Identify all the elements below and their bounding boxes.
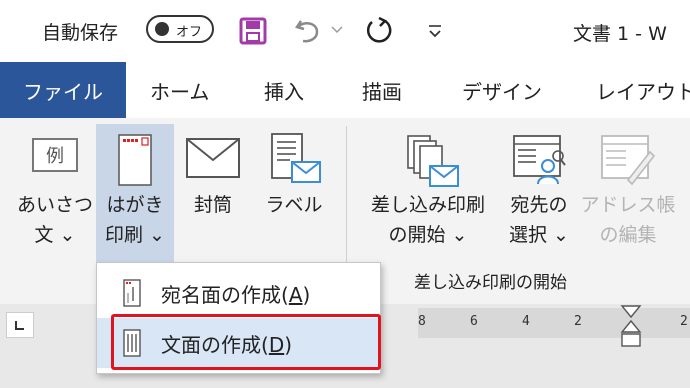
greeting-button[interactable]: 例 あいさつ 文 ⌄	[14, 128, 96, 264]
autosave-toggle[interactable]: オフ	[146, 15, 214, 43]
recipients-label-1: 宛先の	[510, 194, 568, 216]
recipients-label-2: 選択 ⌄	[509, 224, 569, 246]
tab-file[interactable]: ファイル	[0, 62, 126, 118]
labels-icon	[268, 132, 324, 188]
labels-button[interactable]: ラベル	[256, 128, 332, 264]
tab-selector[interactable]	[6, 312, 34, 338]
greeting-label-2: 文 ⌄	[34, 224, 76, 246]
start-mail-merge-button[interactable]: 差し込み印刷 の開始 ⌄	[354, 128, 502, 264]
tab-design[interactable]: デザイン	[462, 62, 542, 118]
ruler-number: 4	[522, 314, 530, 329]
envelope-button[interactable]: 封筒	[178, 128, 248, 264]
tab-layout[interactable]: レイアウト	[596, 62, 690, 118]
mail-merge-icon	[404, 132, 462, 190]
group-label-start-merge: 差し込み印刷の開始	[414, 273, 567, 293]
menu-item-address-side[interactable]: 宛名面の作成(A)	[97, 268, 380, 318]
hagaki-label-2: 印刷 ⌄	[105, 224, 165, 246]
start-merge-label-1: 差し込み印刷	[370, 194, 485, 216]
redo-icon[interactable]	[362, 14, 396, 48]
tab-draw[interactable]: 描画	[362, 62, 402, 118]
edit-list-label-1: アドレス帳	[580, 194, 676, 216]
postcard-icon	[118, 134, 152, 186]
document-title: 文書 1 - W	[573, 23, 667, 45]
autosave-state-label: オフ	[176, 25, 203, 40]
tab-home[interactable]: ホーム	[150, 62, 209, 118]
greeting-icon: 例	[32, 138, 78, 172]
select-recipients-button[interactable]: 宛先の 選択 ⌄	[502, 128, 576, 264]
labels-label: ラベル	[265, 194, 323, 216]
save-icon[interactable]	[238, 16, 268, 46]
edit-list-icon	[598, 132, 656, 190]
customize-qat-icon[interactable]	[424, 20, 446, 42]
address-side-icon	[123, 279, 141, 307]
hagaki-label-1: はがき	[106, 194, 164, 216]
ruler-number: 2	[574, 314, 582, 329]
greeting-label-1: あいさつ	[16, 194, 93, 216]
edit-recipient-list-button[interactable]: アドレス帳 の編集	[580, 128, 676, 264]
undo-dropdown-icon[interactable]	[330, 20, 344, 40]
hagaki-print-button[interactable]: はがき 印刷 ⌄	[96, 128, 174, 264]
recipients-icon	[510, 132, 568, 190]
horizontal-ruler[interactable]	[418, 308, 690, 338]
menu-label-address-side: 宛名面の作成(A)	[161, 282, 311, 307]
edit-list-label-2: の編集	[599, 224, 657, 246]
start-merge-label-2: の開始 ⌄	[388, 224, 468, 246]
callout-highlight-box	[111, 314, 381, 370]
ruler-number: 8	[418, 314, 426, 329]
undo-icon[interactable]	[292, 16, 324, 46]
tab-insert[interactable]: 挿入	[264, 62, 304, 118]
envelope-label: 封筒	[193, 194, 232, 216]
envelope-icon	[186, 138, 240, 178]
ruler-number: 2	[680, 314, 688, 329]
autosave-label: 自動保存	[42, 22, 119, 44]
indent-marker-icon[interactable]	[620, 304, 642, 350]
toggle-knob	[155, 22, 169, 36]
ruler-number: 6	[470, 314, 478, 329]
